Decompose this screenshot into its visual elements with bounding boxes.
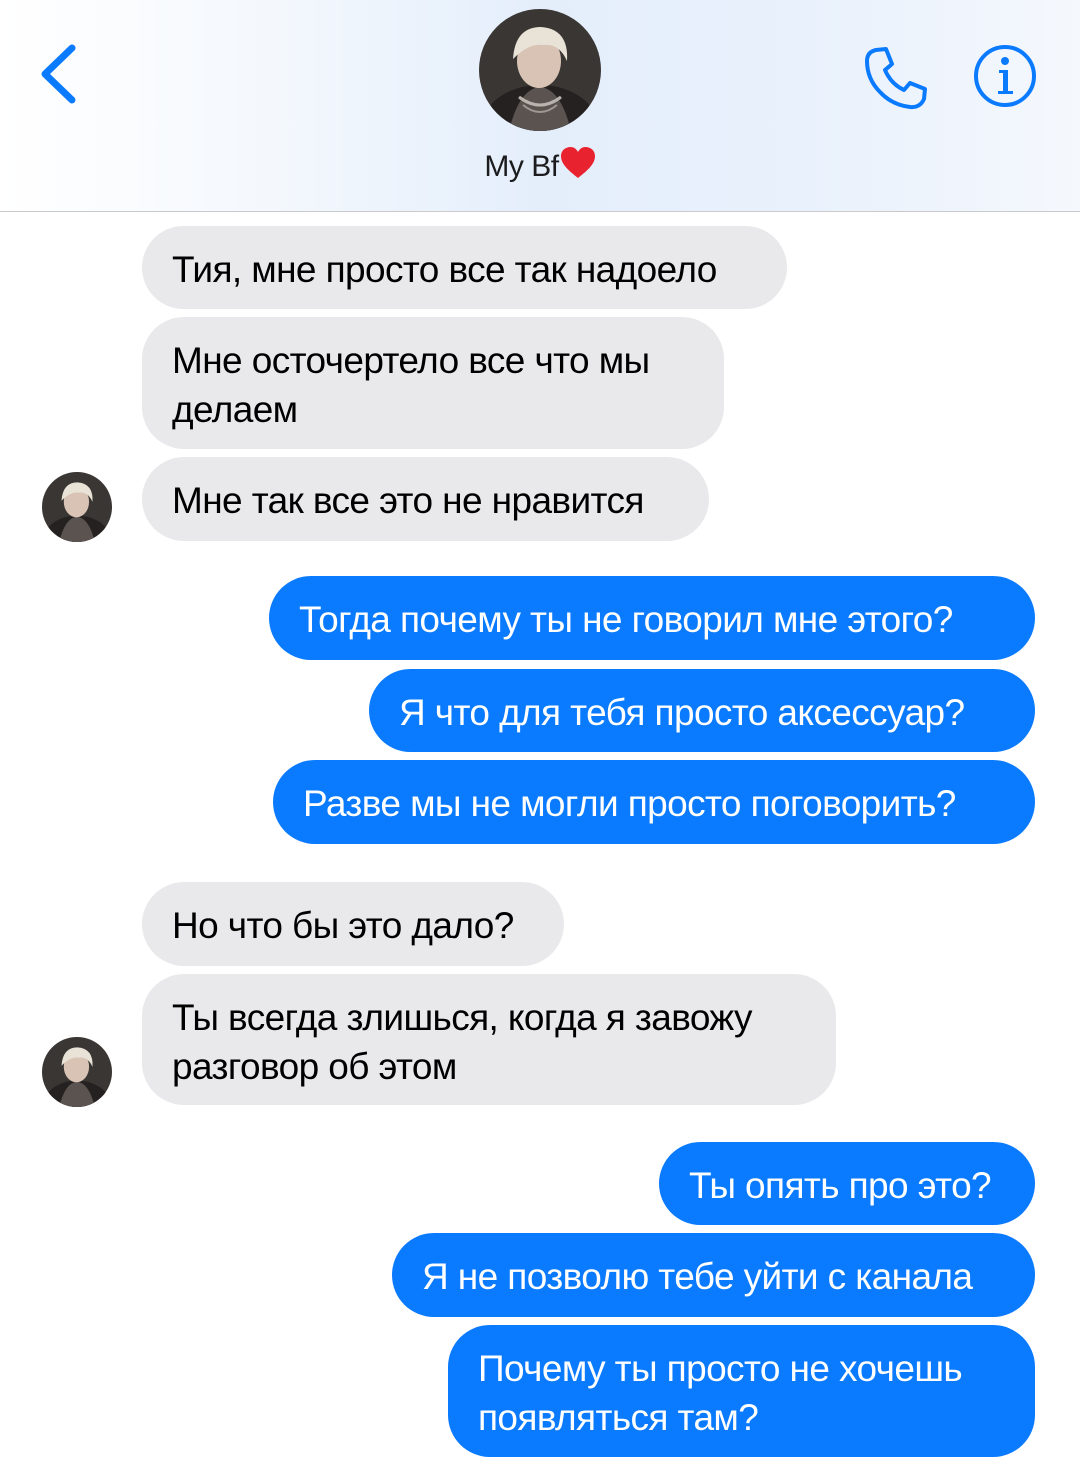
message-text: Но что бы это дало? bbox=[172, 905, 514, 946]
outgoing-message[interactable]: Я не позволю тебе уйти с канала bbox=[392, 1233, 1035, 1317]
call-button[interactable] bbox=[862, 44, 930, 112]
message-text-line: появляться там? bbox=[478, 1397, 759, 1438]
incoming-message[interactable]: Тия, мне просто все так надоело bbox=[142, 226, 787, 309]
message-text: Тогда почему ты не говорил мне этого? bbox=[299, 599, 953, 640]
contact-avatar-small[interactable] bbox=[42, 1037, 112, 1107]
outgoing-message[interactable]: Ты опять про это? bbox=[659, 1142, 1035, 1225]
message-text-line: Ты всегда злишься, когда я завожу bbox=[172, 997, 753, 1038]
info-icon bbox=[974, 45, 1036, 107]
incoming-message[interactable]: Мне так все это не нравится bbox=[142, 457, 709, 541]
heart-icon bbox=[560, 146, 596, 188]
message-text: Я что для тебя просто аксессуар? bbox=[399, 692, 965, 733]
outgoing-message[interactable]: Почему ты просто не хочешь появляться та… bbox=[448, 1325, 1035, 1457]
message-text-line: делаем bbox=[172, 389, 298, 430]
message-text-line: разговор об этом bbox=[172, 1046, 457, 1087]
phone-icon bbox=[865, 47, 927, 110]
outgoing-message[interactable]: Я что для тебя просто аксессуар? bbox=[369, 669, 1035, 752]
contact-avatar-small[interactable] bbox=[42, 472, 112, 542]
outgoing-message[interactable]: Тогда почему ты не говорил мне этого? bbox=[269, 576, 1035, 660]
outgoing-message[interactable]: Разве мы не могли просто поговорить? bbox=[273, 760, 1035, 844]
message-text: Мне так все это не нравится bbox=[172, 480, 644, 521]
info-button[interactable] bbox=[973, 44, 1037, 108]
contact-avatar[interactable] bbox=[479, 9, 601, 131]
back-button[interactable] bbox=[30, 38, 90, 110]
chat-header: My Bf bbox=[0, 0, 1080, 212]
contact-name[interactable]: My Bf bbox=[0, 146, 1080, 188]
message-text: Разве мы не могли просто поговорить? bbox=[303, 783, 956, 824]
avatar-photo bbox=[42, 472, 112, 542]
avatar-photo bbox=[479, 9, 601, 131]
incoming-message[interactable]: Ты всегда злишься, когда я завожу разгов… bbox=[142, 974, 836, 1105]
message-text-line: Почему ты просто не хочешь bbox=[478, 1348, 963, 1389]
message-text: Ты опять про это? bbox=[689, 1165, 992, 1206]
avatar-photo bbox=[42, 1037, 112, 1107]
message-text-line: Мне осточертело все что мы bbox=[172, 340, 650, 381]
contact-name-text: My Bf bbox=[484, 150, 559, 183]
message-text: Тия, мне просто все так надоело bbox=[172, 249, 717, 290]
message-text: Я не позволю тебе уйти с канала bbox=[422, 1256, 973, 1297]
incoming-message[interactable]: Но что бы это дало? bbox=[142, 882, 564, 966]
incoming-message[interactable]: Мне осточертело все что мы делаем bbox=[142, 317, 724, 449]
chevron-left-icon bbox=[41, 44, 76, 104]
